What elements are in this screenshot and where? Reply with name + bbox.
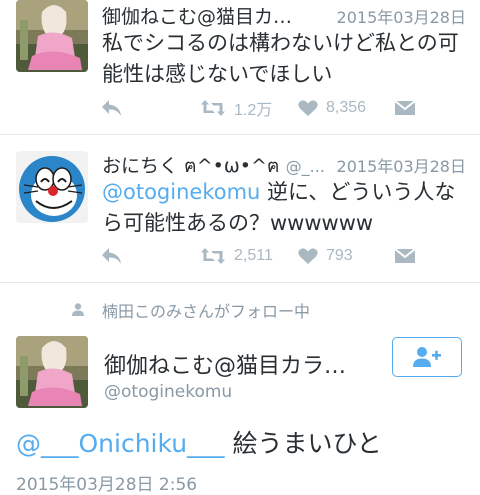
- avatar-image: [16, 151, 88, 223]
- reply-icon: [102, 100, 121, 116]
- heart-icon: [298, 248, 318, 264]
- retweet-icon: [201, 248, 225, 264]
- retweet-count: 2,511: [234, 247, 273, 264]
- tweet-actions: 2,511 793: [100, 244, 420, 268]
- retweet-button[interactable]: 1.2万: [200, 96, 272, 120]
- divider: [0, 134, 480, 135]
- follow-note-text: 楠田このみさんがフォロー中: [102, 302, 311, 321]
- retweet-icon: [201, 100, 225, 116]
- avatar[interactable]: [16, 151, 88, 223]
- author-name[interactable]: 御伽ねこむ@猫目カラ…: [104, 348, 346, 380]
- tweet-timestamp: 2015年03月28日 2:56: [16, 475, 198, 495]
- tweet-body: 絵うまいひと: [224, 429, 382, 458]
- dm-button[interactable]: [395, 244, 415, 268]
- tweet-actions: 1.2万 8,356: [100, 96, 420, 120]
- like-count: 793: [326, 247, 353, 264]
- avatar-image: [16, 0, 88, 72]
- like-button[interactable]: 793: [298, 244, 353, 268]
- follow-button[interactable]: [392, 337, 462, 377]
- mention-link[interactable]: @otoginekomu: [102, 180, 260, 204]
- reply-button[interactable]: [100, 96, 124, 120]
- author-name[interactable]: 御伽ねこむ@猫目カ…: [102, 2, 292, 29]
- mention-link[interactable]: @___Onichiku___: [16, 429, 225, 458]
- avatar[interactable]: [16, 0, 88, 72]
- like-button[interactable]: 8,356: [298, 96, 366, 120]
- tweet-header: 御伽ねこむ@猫目カ… 2015年03月28日: [102, 2, 466, 29]
- heart-icon: [298, 100, 318, 116]
- author-handle[interactable]: @otoginekomu: [104, 382, 232, 402]
- reply-icon: [102, 248, 121, 264]
- dm-button[interactable]: [395, 96, 415, 120]
- divider: [0, 282, 480, 283]
- envelope-icon: [395, 100, 415, 115]
- retweet-count: 1.2万: [234, 102, 273, 119]
- tweet-date[interactable]: 2015年03月28日: [329, 4, 466, 28]
- like-count: 8,356: [326, 99, 367, 116]
- social-context: 楠田このみさんがフォロー中: [72, 298, 310, 322]
- reply-button[interactable]: [100, 244, 124, 268]
- avatar-image: [16, 336, 88, 408]
- add-user-icon: [413, 347, 441, 367]
- tweet-date[interactable]: 2015年03月28日: [329, 153, 466, 177]
- retweet-button[interactable]: 2,511: [200, 244, 273, 268]
- author-handle[interactable]: @_...: [286, 157, 325, 176]
- envelope-icon: [395, 248, 415, 263]
- tweet-text: @___Onichiku___ 絵うまいひと: [16, 424, 382, 460]
- person-icon: [72, 303, 84, 316]
- tweet-text: @otoginekomu 逆に、どういう人なら可能性あるの？wwwwww: [102, 177, 468, 239]
- avatar[interactable]: [16, 336, 88, 408]
- tweet-text: 私でシコるのは構わないけど私との可能性は感じないでほしい: [102, 31, 459, 86]
